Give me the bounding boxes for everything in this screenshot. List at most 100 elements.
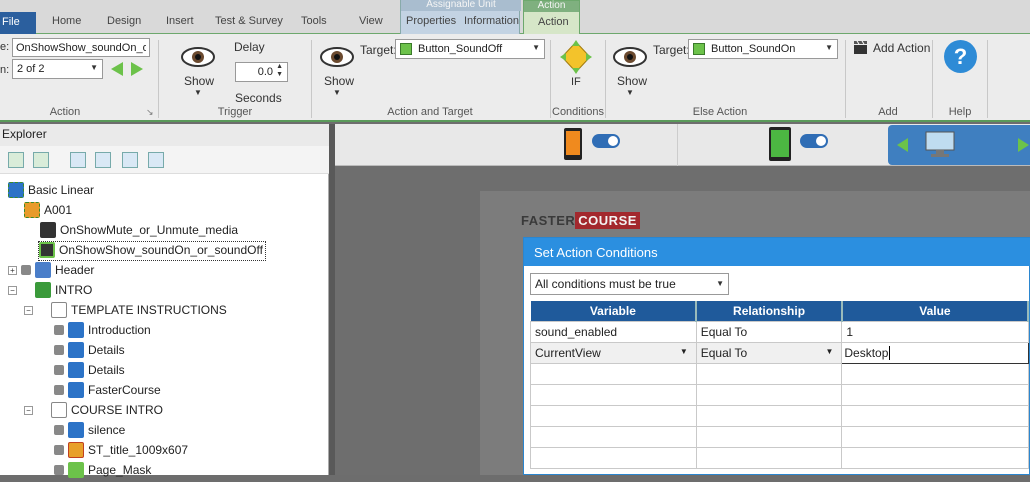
tab-home[interactable]: Home <box>52 15 81 27</box>
empty-cell[interactable] <box>841 425 1029 448</box>
tree-item[interactable]: Page_Mask <box>54 462 151 482</box>
checkbox-icon[interactable] <box>54 465 64 475</box>
tree-item[interactable]: A001 <box>24 202 72 222</box>
chevron-down-icon[interactable]: ▼ <box>626 88 634 97</box>
tab-view[interactable]: View <box>359 15 383 27</box>
empty-cell[interactable] <box>695 446 843 469</box>
empty-cell[interactable] <box>695 362 843 385</box>
refresh-icon[interactable] <box>148 152 164 168</box>
variable-cell[interactable]: sound_enabled <box>530 320 697 343</box>
help-icon[interactable]: ? <box>944 40 977 73</box>
text-icon <box>68 382 84 398</box>
collapse-toggle-icon[interactable]: − <box>24 405 33 415</box>
checkbox-icon[interactable] <box>54 385 64 395</box>
stepper-arrows-icon[interactable]: ▲ ▼ <box>276 63 283 79</box>
empty-cell[interactable] <box>841 446 1029 469</box>
checkbox-icon[interactable] <box>54 425 64 435</box>
delay-stepper[interactable]: 0.0 ▲ ▼ <box>235 62 288 82</box>
checkbox-icon[interactable] <box>54 365 64 375</box>
empty-cell[interactable] <box>530 425 697 448</box>
tree-item[interactable]: + Header <box>8 262 94 282</box>
column-header-relationship[interactable]: Relationship <box>696 301 843 321</box>
value-input-cell[interactable]: Desktop <box>841 341 1029 364</box>
tree-item[interactable]: Details <box>54 362 125 382</box>
tablet-view-toggle[interactable] <box>800 134 828 148</box>
clapper-icon[interactable] <box>853 40 868 55</box>
checkbox-icon[interactable] <box>54 325 64 335</box>
tree-item[interactable]: ST_title_1009x607 <box>54 442 188 462</box>
tree-item[interactable]: OnShowMute_or_Unmute_media <box>40 222 238 242</box>
eye-icon[interactable] <box>613 46 647 68</box>
page-icon <box>51 302 67 318</box>
column-header-variable[interactable]: Variable <box>530 301 698 321</box>
empty-cell[interactable] <box>530 362 697 385</box>
phone-view-toggle[interactable] <box>592 134 620 148</box>
checkbox-icon[interactable] <box>21 265 31 275</box>
tab-tools[interactable]: Tools <box>301 15 327 27</box>
relationship-select-cell[interactable]: Equal To ▼ <box>695 341 843 364</box>
condition-mode-select[interactable]: All conditions must be true ▼ <box>530 273 729 295</box>
move-up-down-icon[interactable] <box>122 152 138 168</box>
tree-item[interactable]: Details <box>54 342 125 362</box>
collapse-toggle-icon[interactable]: − <box>24 305 33 315</box>
phone-icon[interactable] <box>563 127 583 161</box>
collapse-toggle-icon[interactable]: − <box>8 285 17 295</box>
move-right-icon[interactable] <box>95 152 111 168</box>
relationship-cell[interactable]: Equal To <box>695 320 843 343</box>
tablet-icon[interactable] <box>768 126 792 162</box>
column-header-value[interactable]: Value <box>841 301 1030 321</box>
target-show-label[interactable]: Show <box>324 74 354 88</box>
chevron-down-icon: ▼ <box>679 346 688 356</box>
action-index-select[interactable]: 2 of 2 ▼ <box>12 59 103 79</box>
empty-cell[interactable] <box>530 383 697 406</box>
action-name-input[interactable] <box>12 38 150 57</box>
empty-cell[interactable] <box>530 404 697 427</box>
empty-cell[interactable] <box>841 404 1029 427</box>
tab-design[interactable]: Design <box>107 15 141 27</box>
eye-icon[interactable] <box>181 46 215 68</box>
tab-information[interactable]: Information <box>464 15 519 27</box>
tab-file[interactable]: File <box>0 12 36 34</box>
tree-item[interactable]: Basic Linear <box>8 182 94 202</box>
eye-icon[interactable] <box>320 46 354 68</box>
add-action-button[interactable]: Add Action <box>873 41 930 55</box>
tab-test-survey[interactable]: Test & Survey <box>215 15 283 27</box>
checkbox-icon[interactable] <box>54 345 64 355</box>
tree-item-selected[interactable]: OnShowShow_soundOn_or_soundOff <box>38 241 266 261</box>
tab-properties[interactable]: Properties <box>406 15 456 27</box>
dialog-launcher-icon[interactable]: ↘ <box>146 107 154 118</box>
collapse-all-icon[interactable] <box>33 152 49 168</box>
prev-arrow-icon[interactable] <box>896 137 910 153</box>
tree-item[interactable]: FasterCourse <box>54 382 161 402</box>
empty-cell[interactable] <box>841 362 1029 385</box>
chevron-down-icon[interactable]: ▼ <box>333 88 341 97</box>
empty-cell[interactable] <box>841 383 1029 406</box>
empty-cell[interactable] <box>695 425 843 448</box>
tree-item[interactable]: − INTRO <box>8 282 92 302</box>
if-label[interactable]: IF <box>571 76 581 88</box>
variable-select-cell[interactable]: CurrentView ▼ <box>530 341 697 364</box>
tree-item[interactable]: Introduction <box>54 322 151 342</box>
value-cell[interactable]: 1 <box>841 320 1029 343</box>
empty-cell[interactable] <box>530 446 697 469</box>
tree-item[interactable]: silence <box>54 422 125 442</box>
prev-next-arrows-icon[interactable] <box>109 61 145 77</box>
desktop-view-tab[interactable] <box>888 125 1030 165</box>
next-arrow-icon[interactable] <box>1016 137 1030 153</box>
expand-toggle-icon[interactable]: + <box>8 265 17 275</box>
checkbox-icon[interactable] <box>54 445 64 455</box>
tab-insert[interactable]: Insert <box>166 15 194 27</box>
tree-item[interactable]: − TEMPLATE INSTRUCTIONS <box>24 302 227 322</box>
empty-cell[interactable] <box>695 383 843 406</box>
else-show-label[interactable]: Show <box>617 74 647 88</box>
if-condition-icon[interactable] <box>560 40 592 74</box>
chevron-down-icon[interactable]: ▼ <box>194 88 202 97</box>
tab-action[interactable]: Action <box>538 16 569 28</box>
target-select[interactable]: Button_SoundOff ▼ <box>395 39 545 59</box>
tree-item[interactable]: − COURSE INTRO <box>24 402 163 422</box>
move-left-icon[interactable] <box>70 152 86 168</box>
trigger-show-label[interactable]: Show <box>184 74 214 88</box>
empty-cell[interactable] <box>695 404 843 427</box>
else-target-select[interactable]: Button_SoundOn ▼ <box>688 39 838 59</box>
expand-all-icon[interactable] <box>8 152 24 168</box>
